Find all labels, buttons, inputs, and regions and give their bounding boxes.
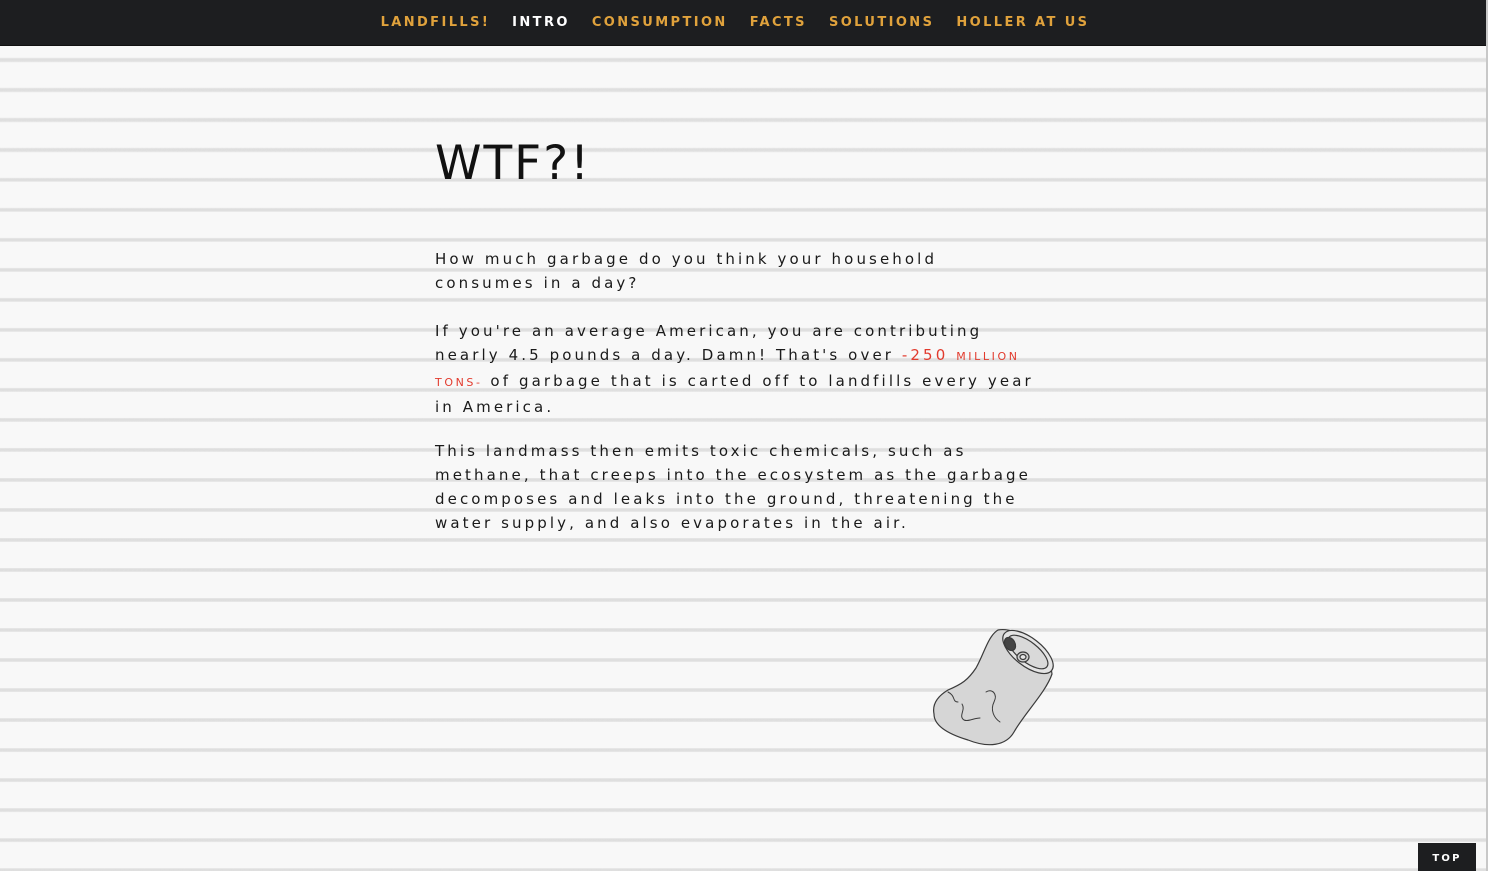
intro-paragraph-2-text-end: of garbage that is carted off to landfil… — [435, 372, 1034, 416]
intro-headline: WTF?! — [435, 136, 592, 191]
crushed-can-icon — [933, 629, 1054, 746]
intro-paragraph-1: How much garbage do you think your house… — [435, 250, 938, 292]
page: LANDFILLS! INTRO CONSUMPTION FACTS SOLUT… — [0, 0, 1488, 871]
back-to-top-button[interactable]: TOP — [1418, 843, 1476, 871]
tonnage-number: -250 — [901, 346, 957, 364]
nav-item-facts[interactable]: FACTS — [750, 15, 807, 30]
nav-item-consumption[interactable]: CONSUMPTION — [592, 15, 728, 30]
nav-item-intro[interactable]: INTRO — [512, 15, 570, 30]
nav-item-solutions[interactable]: SOLUTIONS — [829, 15, 934, 30]
intro-section: WTF?! How much garbage do you think your… — [435, 130, 1055, 532]
intro-paragraph-3: This landmass then emits toxic chemicals… — [435, 442, 1032, 532]
nav-list: LANDFILLS! INTRO CONSUMPTION FACTS SOLUT… — [0, 0, 1470, 44]
nav-item-holler-at-us[interactable]: HOLLER AT US — [956, 15, 1089, 30]
top-navbar: LANDFILLS! INTRO CONSUMPTION FACTS SOLUT… — [0, 0, 1486, 46]
nav-item-landfills[interactable]: LANDFILLS! — [381, 15, 491, 30]
intro-paragraph-2-text-start: If you're an average American, you are c… — [435, 322, 983, 364]
intro-paragraph-2: If you're an average American, you are c… — [435, 319, 1035, 419]
